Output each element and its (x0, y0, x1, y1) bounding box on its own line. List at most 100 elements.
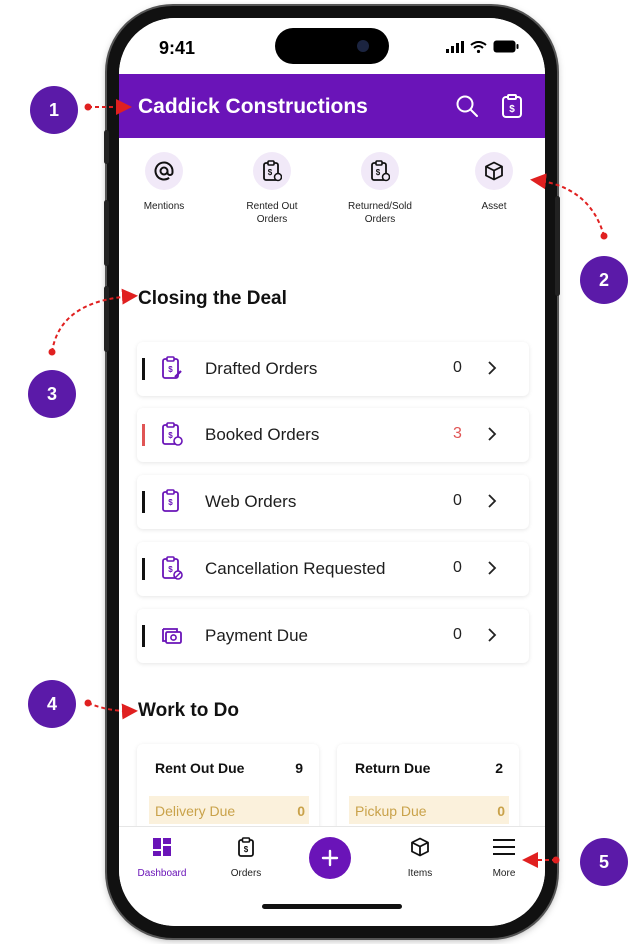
status-icons (446, 40, 519, 53)
nav-label: Items (407, 868, 433, 879)
row-count: 0 (453, 359, 462, 376)
row-count: 0 (453, 626, 462, 643)
status-bar: 9:41 (119, 18, 545, 74)
work-card-sub[interactable]: Delivery Due 0 (149, 796, 309, 824)
quick-action-icon-wrap (475, 152, 513, 190)
section-title-closing: Closing the Deal (138, 288, 287, 309)
clipboard-dollar-icon[interactable]: $ (501, 94, 523, 118)
svg-text:$: $ (168, 565, 173, 574)
work-card-value: 9 (295, 760, 303, 776)
search-icon[interactable] (455, 94, 479, 118)
wifi-icon (470, 40, 487, 53)
svg-text:$: $ (168, 431, 173, 440)
work-card-sub-value: 0 (497, 803, 505, 819)
at-sign-icon (154, 161, 174, 181)
row-label: Cancellation Requested (205, 559, 386, 578)
quick-action-icon-wrap: $ (361, 152, 399, 190)
order-row-booked[interactable]: $ Booked Orders 3 (137, 408, 529, 462)
row-indicator (142, 625, 145, 647)
work-card-return[interactable]: Return Due 2 Pickup Due 0 (337, 744, 519, 834)
order-row-drafted[interactable]: $ Drafted Orders 0 (137, 342, 529, 396)
order-row-web[interactable]: $ Web Orders 0 (137, 475, 529, 529)
phone-side-button (104, 200, 109, 266)
chevron-right-icon (488, 561, 497, 575)
annotation-badge-2: 2 (580, 256, 628, 304)
nav-more[interactable]: More (469, 837, 539, 879)
section-title-work: Work to Do (138, 700, 239, 721)
quick-action-mentions[interactable]: Mentions (119, 152, 209, 213)
chevron-right-icon (488, 628, 497, 642)
row-count: 3 (453, 425, 462, 442)
annotation-badge-5: 5 (580, 838, 628, 886)
clipboard-edit-icon: $ (162, 356, 182, 379)
quick-action-returned-sold-orders[interactable]: $ Returned/Sold Orders (335, 152, 425, 226)
plus-icon (321, 849, 339, 867)
clipboard-dollar-icon: $ (162, 489, 179, 512)
signal-icon (446, 40, 464, 53)
phone-side-button (555, 196, 560, 296)
svg-text:$: $ (509, 104, 515, 115)
quick-action-label: Returned/Sold Orders (348, 201, 412, 225)
work-card-title: Return Due (355, 760, 431, 776)
row-count: 0 (453, 492, 462, 509)
annotation-badge-4: 4 (28, 680, 76, 728)
add-button[interactable] (309, 837, 351, 879)
work-card-title: Rent Out Due (155, 760, 245, 776)
work-card-sub-label: Pickup Due (355, 803, 427, 819)
quick-actions: Mentions $ Rented Out Orders $ Returned/… (119, 148, 545, 258)
bottom-nav: Dashboard $ Orders Items More (119, 826, 545, 926)
clipboard-dollar-icon: $ (238, 837, 254, 857)
order-row-payment-due[interactable]: Payment Due 0 (137, 609, 529, 663)
row-label: Payment Due (205, 626, 308, 645)
nav-items[interactable]: Items (385, 837, 455, 879)
quick-action-asset[interactable]: Asset (449, 152, 539, 213)
quick-action-label: Rented Out Orders (246, 201, 298, 225)
box-icon (485, 161, 503, 181)
company-title: Caddick Constructions (138, 95, 368, 118)
order-row-cancellation[interactable]: $ Cancellation Requested 0 (137, 542, 529, 596)
row-label: Web Orders (205, 492, 297, 511)
battery-icon (493, 40, 519, 53)
work-card-sub[interactable]: Pickup Due 0 (349, 796, 509, 824)
nav-label: Dashboard (137, 868, 187, 879)
row-indicator (142, 558, 145, 580)
clipboard-cancel-icon: $ (162, 556, 183, 580)
row-indicator (142, 358, 145, 380)
status-time: 9:41 (159, 38, 196, 58)
chevron-right-icon (488, 361, 497, 375)
phone-side-button (104, 286, 109, 352)
dashboard-icon (153, 838, 171, 856)
quick-action-rented-out-orders[interactable]: $ Rented Out Orders (227, 152, 317, 226)
chevron-right-icon (488, 427, 497, 441)
row-indicator (142, 491, 145, 513)
cash-icon (162, 628, 182, 644)
clipboard-clock-icon: $ (162, 422, 183, 446)
work-card-rent-out[interactable]: Rent Out Due 9 Delivery Due 0 (137, 744, 319, 834)
svg-text:$: $ (168, 498, 173, 507)
dynamic-island (275, 28, 389, 64)
svg-text:$: $ (376, 168, 381, 177)
nav-label: Orders (230, 868, 262, 879)
box-icon (411, 837, 429, 857)
camera-icon (357, 40, 369, 52)
clipboard-dollar-icon: $ (371, 160, 390, 182)
row-label: Drafted Orders (205, 359, 318, 378)
quick-action-icon-wrap (145, 152, 183, 190)
app-screen: 9:41 Caddick Constructions $ Mentions $ … (119, 18, 545, 926)
home-indicator (262, 904, 402, 909)
chevron-right-icon (488, 494, 497, 508)
clipboard-dollar-icon: $ (263, 160, 282, 182)
quick-action-icon-wrap: $ (253, 152, 291, 190)
svg-text:$: $ (168, 365, 173, 374)
menu-icon (493, 839, 515, 855)
nav-orders[interactable]: $ Orders (211, 837, 281, 879)
svg-text:$: $ (244, 845, 249, 854)
nav-label: More (492, 868, 516, 879)
phone-side-button (104, 130, 109, 164)
nav-dashboard[interactable]: Dashboard (127, 837, 197, 879)
row-count: 0 (453, 559, 462, 576)
row-label: Booked Orders (205, 425, 320, 444)
annotation-badge-1: 1 (30, 86, 78, 134)
work-card-sub-value: 0 (297, 803, 305, 819)
row-indicator (142, 424, 145, 446)
